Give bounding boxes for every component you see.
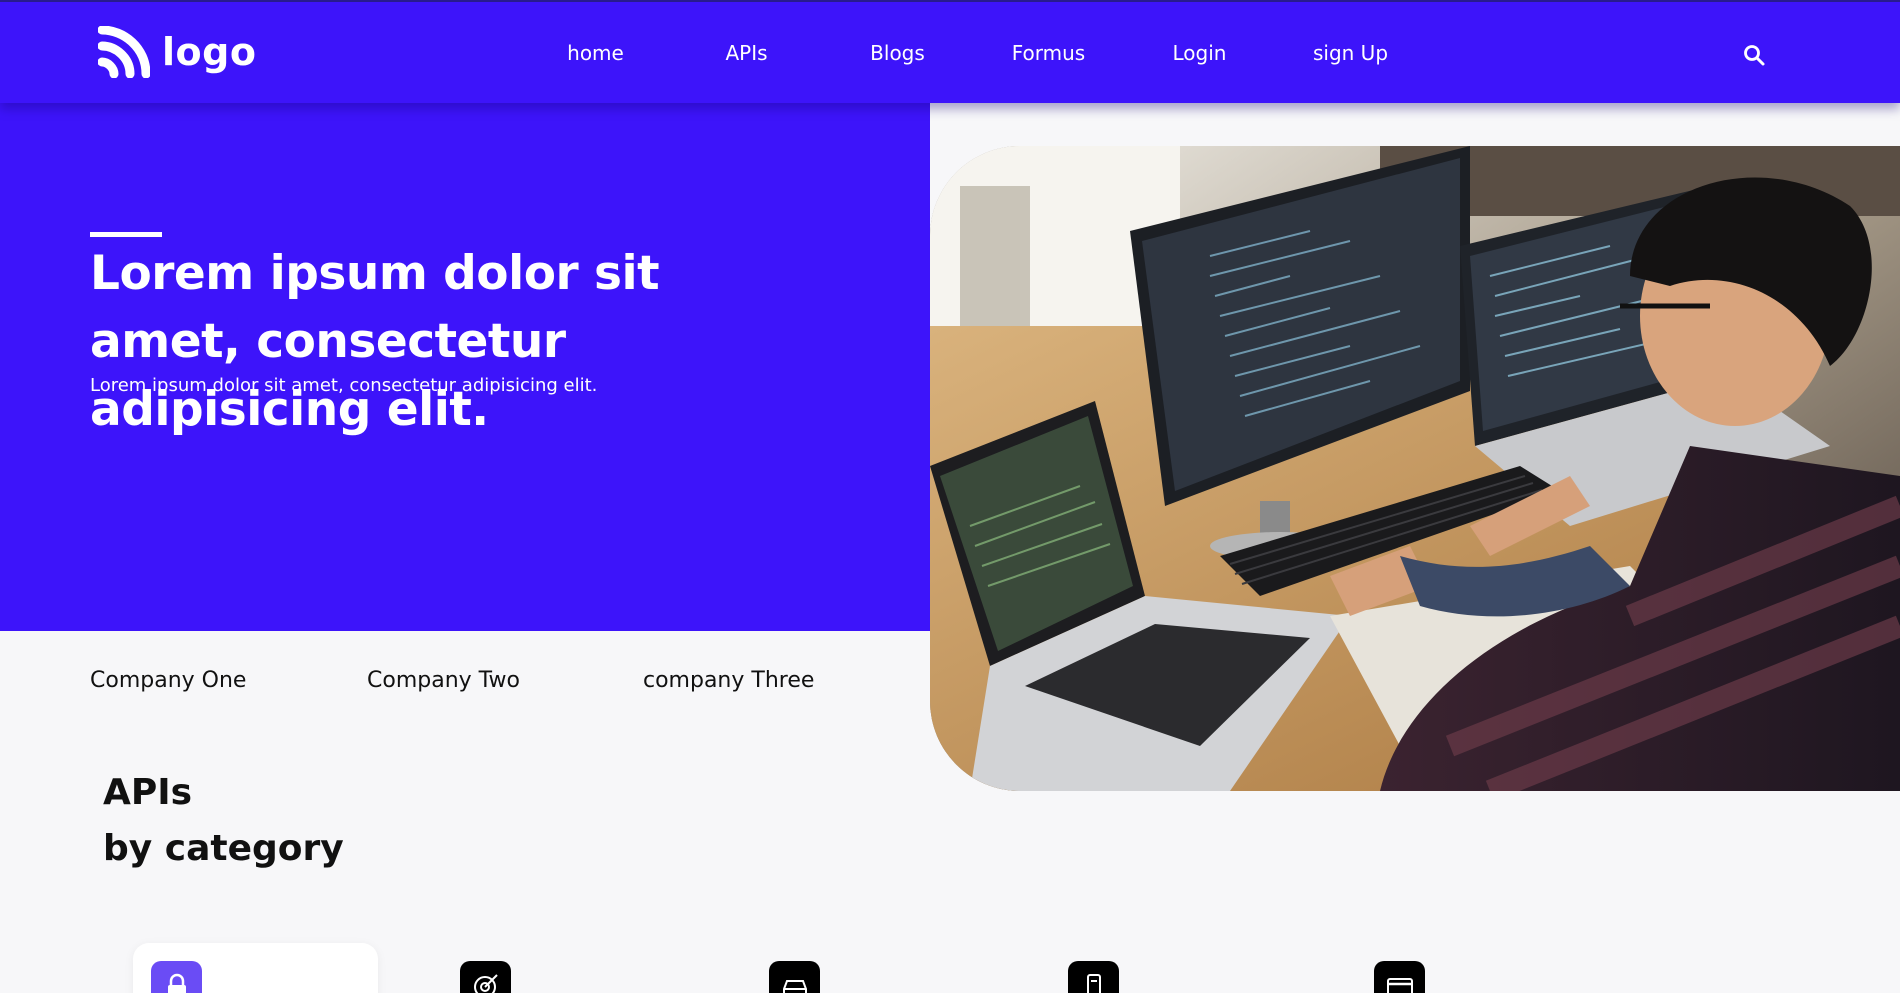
developer-at-desk-photo bbox=[930, 146, 1900, 791]
hero-accent-bar bbox=[90, 232, 162, 237]
category-device[interactable] bbox=[1068, 961, 1119, 993]
nav-sign-up[interactable]: sign Up bbox=[1275, 41, 1426, 65]
device-icon bbox=[1086, 974, 1101, 993]
apis-title-line1: APIs bbox=[103, 772, 193, 813]
company-three: company Three bbox=[643, 668, 815, 693]
site-header: logo home APIs Blogs Formus Login sign U… bbox=[0, 2, 1900, 103]
category-target[interactable] bbox=[460, 961, 511, 993]
logo-icon bbox=[98, 26, 150, 78]
car-icon bbox=[782, 980, 807, 993]
hero-image bbox=[930, 146, 1900, 791]
nav-apis[interactable]: APIs bbox=[671, 41, 822, 65]
nav-home[interactable]: home bbox=[520, 41, 671, 65]
hero-subtitle: Lorem ipsum dolor sit amet, consectetur … bbox=[90, 375, 598, 396]
nav-login[interactable]: Login bbox=[1124, 41, 1275, 65]
target-icon bbox=[473, 974, 498, 993]
page: logo home APIs Blogs Formus Login sign U… bbox=[0, 0, 1900, 993]
apis-section-title: APIs by category bbox=[103, 765, 344, 877]
logo-link[interactable]: logo bbox=[98, 26, 256, 78]
card-icon bbox=[1386, 978, 1413, 993]
company-two: Company Two bbox=[367, 668, 520, 693]
category-lock[interactable] bbox=[151, 961, 202, 993]
nav-blogs[interactable]: Blogs bbox=[822, 41, 973, 65]
search-icon[interactable] bbox=[1742, 43, 1766, 67]
category-card[interactable] bbox=[1374, 961, 1425, 993]
apis-title-line2: by category bbox=[103, 828, 344, 869]
nav-formus[interactable]: Formus bbox=[973, 41, 1124, 65]
main-nav: home APIs Blogs Formus Login sign Up bbox=[520, 2, 1426, 103]
category-car[interactable] bbox=[769, 961, 820, 993]
logo-text: logo bbox=[162, 30, 257, 74]
lock-icon bbox=[167, 973, 186, 993]
company-one: Company One bbox=[90, 668, 247, 693]
hero-title: Lorem ipsum dolor sit amet, consectetur … bbox=[90, 246, 660, 437]
